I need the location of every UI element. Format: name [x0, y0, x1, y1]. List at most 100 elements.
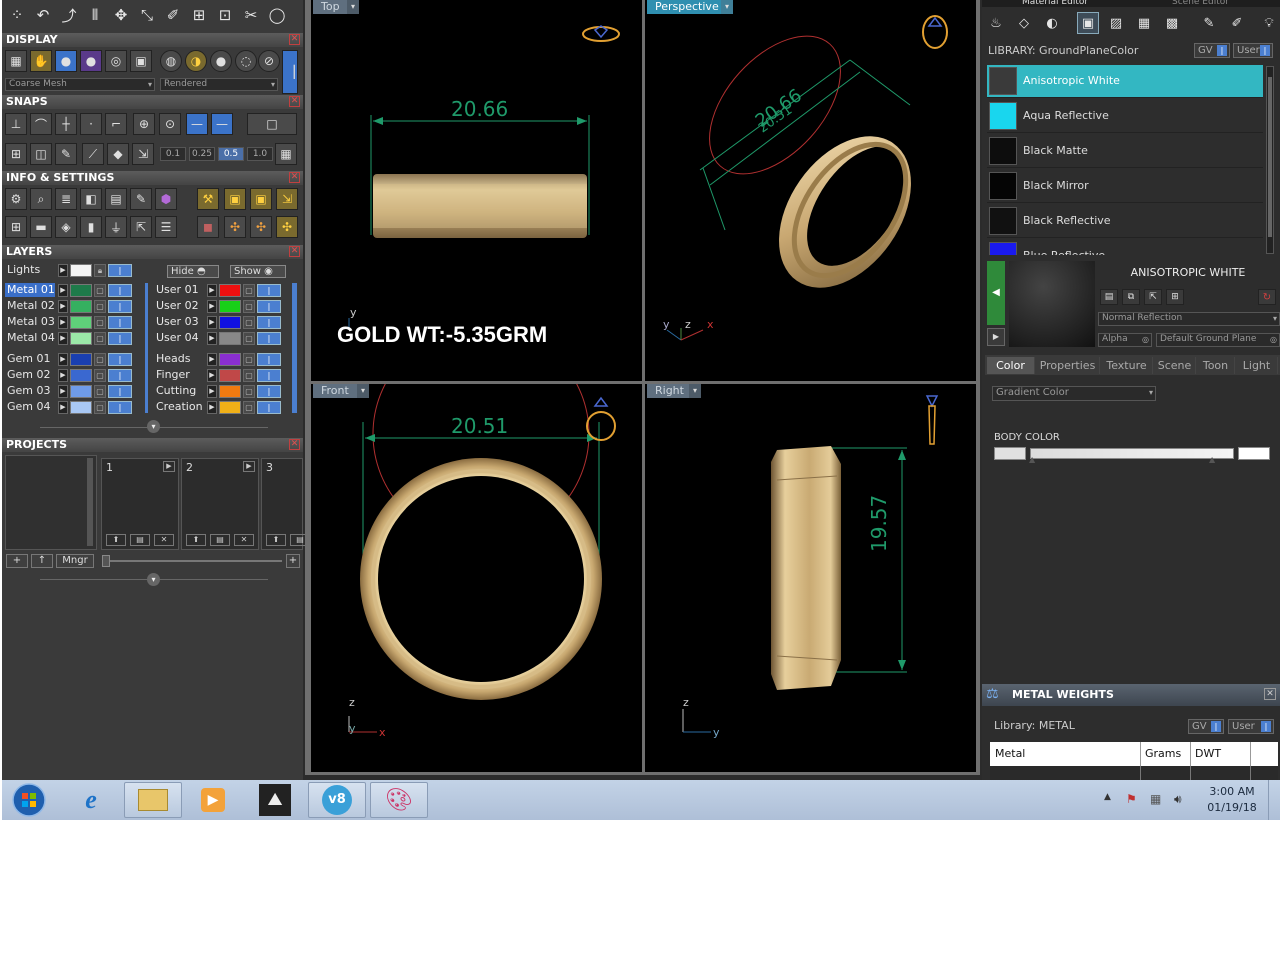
gradient-stop-1[interactable]: ▲: [1029, 455, 1035, 464]
taskbar-paint[interactable]: 🎨︎: [370, 782, 428, 818]
lock-icon[interactable]: ▢: [243, 300, 255, 313]
layer-color-swatch[interactable]: [70, 284, 92, 297]
lock-icon[interactable]: ▢: [243, 332, 255, 345]
lock-icon[interactable]: ▢: [94, 284, 106, 297]
expand-arrow-icon[interactable]: ▶: [58, 353, 68, 366]
visibility-toggle[interactable]: |: [108, 385, 132, 398]
expand-arrow-icon[interactable]: ▶: [207, 284, 217, 297]
tab-properties[interactable]: Properties: [1036, 357, 1100, 374]
layer-color-swatch[interactable]: [70, 401, 92, 414]
play-icon[interactable]: ▶: [243, 461, 255, 472]
library-scrollbar[interactable]: [1266, 66, 1274, 254]
material-item[interactable]: Black Matte: [987, 135, 1263, 168]
expand-arrow-icon[interactable]: ▶: [207, 316, 217, 329]
snap-target-icon[interactable]: ⊕: [133, 113, 155, 135]
lock-icon[interactable]: ▢: [243, 385, 255, 398]
front-viewport[interactable]: Front ▾ 20.51 z y x: [311, 384, 642, 772]
snap-corner-icon[interactable]: ⊥: [5, 113, 27, 135]
snap-point-icon[interactable]: ·: [80, 113, 102, 135]
save-icon[interactable]: ▤: [210, 534, 230, 546]
lock-icon[interactable]: ▢: [243, 369, 255, 382]
gradient-select[interactable]: Gradient Color ▾: [992, 386, 1156, 401]
move-up-button[interactable]: ↑: [31, 554, 53, 568]
layer-color-swatch[interactable]: [219, 332, 241, 345]
link-tool-icon[interactable]: ⊞: [187, 3, 211, 27]
project-slider-track[interactable]: [102, 560, 282, 562]
right-viewport[interactable]: Right ▾ 19.57 z y: [645, 384, 976, 772]
save-icon[interactable]: ▤: [130, 534, 150, 546]
tool-info-3-icon[interactable]: ▣: [250, 188, 272, 210]
snap-circle-icon[interactable]: ⊙: [159, 113, 181, 135]
collapse-projects-icon[interactable]: ▾: [147, 573, 160, 586]
layer-color-swatch[interactable]: [219, 353, 241, 366]
diamond-icon[interactable]: ◇: [1013, 12, 1035, 34]
layer-label[interactable]: Metal 02: [5, 299, 55, 313]
render-select[interactable]: Rendered ▾: [160, 78, 278, 91]
close-icon[interactable]: ✕: [154, 534, 174, 546]
close-info-icon[interactable]: ✕: [289, 172, 300, 183]
layer-color-swatch[interactable]: [70, 353, 92, 366]
document-icon[interactable]: ▤: [105, 188, 127, 210]
layer-label[interactable]: User 04: [154, 331, 199, 345]
tab-scene[interactable]: Scene: [1154, 357, 1196, 374]
lock-icon[interactable]: ▢: [94, 385, 106, 398]
scale-tool-icon[interactable]: ⤡: [135, 3, 159, 27]
layer-label[interactable]: Gem 02: [5, 368, 51, 382]
flame-icon[interactable]: ♨: [985, 12, 1007, 34]
list-info-icon[interactable]: ☰: [155, 216, 177, 238]
layer-label[interactable]: Heads: [154, 352, 191, 366]
layer-label[interactable]: Finger: [154, 368, 190, 382]
layer-label[interactable]: User 01: [154, 283, 199, 297]
layer-label[interactable]: User 02: [154, 299, 199, 313]
display-expand-button[interactable]: ▕: [282, 50, 298, 94]
snap-value-1[interactable]: 0.1: [160, 147, 186, 161]
system-clock[interactable]: 3:00 AM 01/19/18: [1202, 784, 1262, 816]
arc-tool-icon[interactable]: ↶: [31, 3, 55, 27]
cube-3d-icon[interactable]: ◈: [55, 216, 77, 238]
pen-snap-icon[interactable]: ✎: [55, 143, 77, 165]
layout-icon[interactable]: ▣: [130, 50, 152, 72]
scene-editor-tab[interactable]: Scene Editor: [1172, 0, 1272, 7]
layer-label[interactable]: Gem 04: [5, 400, 51, 414]
alpha-field[interactable]: Alpha ◎: [1098, 333, 1152, 347]
refresh-icon[interactable]: ↻: [1258, 289, 1276, 305]
close-display-icon[interactable]: ✕: [289, 34, 300, 45]
visibility-toggle[interactable]: |: [257, 385, 281, 398]
expand-arrow-icon[interactable]: ▶: [207, 401, 217, 414]
light-bulb-icon[interactable]: 💡︎: [1258, 12, 1280, 34]
transform-1-icon[interactable]: ✣: [224, 216, 246, 238]
grid-info-icon[interactable]: ⊞: [5, 216, 27, 238]
visibility-toggle[interactable]: |: [108, 316, 132, 329]
sphere-icon[interactable]: ◐: [1041, 12, 1063, 34]
material-editor-tab[interactable]: Material Editor: [1022, 0, 1142, 7]
start-button[interactable]: [4, 782, 54, 818]
lights-color-swatch[interactable]: [70, 264, 92, 277]
color-square-icon[interactable]: ▣: [1077, 12, 1099, 34]
expand-arrow-icon[interactable]: ▶: [58, 300, 68, 313]
expand-arrow-icon[interactable]: ▶: [207, 353, 217, 366]
expand-arrow-icon[interactable]: ▶: [58, 264, 68, 277]
shade-sphere-3-icon[interactable]: ●: [210, 50, 232, 72]
layer-color-swatch[interactable]: [70, 369, 92, 382]
layer-label[interactable]: Cutting: [154, 384, 196, 398]
visibility-toggle[interactable]: |: [257, 401, 281, 414]
filter-icon[interactable]: ⏚: [105, 216, 127, 238]
lock-icon[interactable]: ▢: [243, 316, 255, 329]
hide-button[interactable]: Hide ◓: [167, 265, 219, 278]
add-slot-button[interactable]: +: [286, 554, 300, 568]
snap-grid-icon[interactable]: ▦: [275, 143, 297, 165]
snap-line-2-icon[interactable]: —: [211, 113, 233, 135]
expand-arrow-icon[interactable]: ▶: [58, 316, 68, 329]
visibility-toggle[interactable]: |: [257, 316, 281, 329]
network-icon[interactable]: ▦: [1150, 792, 1161, 806]
user-toggle[interactable]: User |: [1233, 43, 1273, 58]
tool-info-1-icon[interactable]: ⚒: [197, 188, 219, 210]
paint-icon[interactable]: ✐: [1226, 12, 1248, 34]
ground-plane-select[interactable]: Default Ground Plane ◎: [1156, 333, 1280, 347]
copy-material-icon[interactable]: ⧉: [1122, 289, 1140, 305]
magnify-icon[interactable]: ⌕: [30, 188, 52, 210]
expand-arrow-icon[interactable]: ▶: [58, 369, 68, 382]
gradient-stop-2[interactable]: ▲: [1209, 455, 1215, 464]
up-icon[interactable]: ⬆: [266, 534, 286, 546]
layer-label[interactable]: Gem 03: [5, 384, 51, 398]
